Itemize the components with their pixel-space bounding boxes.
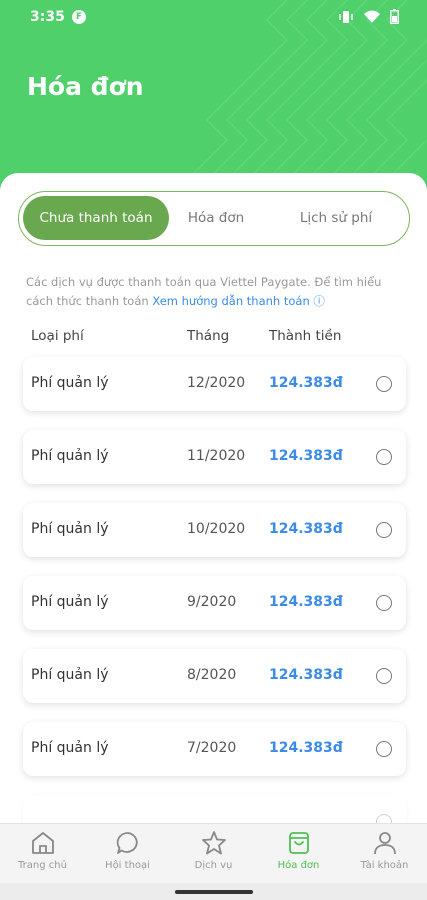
bill-icon bbox=[288, 832, 309, 854]
home-indicator[interactable] bbox=[175, 890, 253, 894]
fee-type: Phí quản lý bbox=[31, 375, 109, 391]
system-gesture-bar bbox=[0, 883, 427, 900]
nav-account-label: Tài khoản bbox=[360, 860, 409, 871]
tab-fee-history[interactable]: Lịch sử phí bbox=[277, 196, 395, 240]
bottom-nav: Trang chủ Hội thoại Dịch vụ Hóa đơn Tài … bbox=[0, 823, 427, 883]
select-radio[interactable] bbox=[376, 522, 392, 538]
wifi-icon bbox=[364, 10, 380, 23]
select-radio[interactable] bbox=[376, 449, 392, 465]
select-radio[interactable] bbox=[376, 376, 392, 392]
battery-icon bbox=[390, 9, 399, 24]
header-banner: 3:35 F Hóa đơn bbox=[0, 0, 427, 200]
fee-type: Phí quản lý bbox=[31, 594, 109, 610]
header-month: Tháng bbox=[187, 328, 230, 344]
payment-guide-link[interactable]: Xem hướng dẫn thanh toán ⓘ bbox=[152, 294, 325, 308]
home-icon bbox=[31, 832, 54, 854]
tab-bills[interactable]: Hóa đơn bbox=[171, 196, 261, 240]
fee-amount: 124.383đ bbox=[269, 448, 343, 464]
chat-icon bbox=[116, 832, 138, 854]
fee-amount: 124.383đ bbox=[269, 594, 343, 610]
fee-row[interactable]: Phí quản lý 7/2020 124.383đ bbox=[23, 722, 406, 776]
page-title: Hóa đơn bbox=[27, 72, 144, 101]
fee-row[interactable]: Phí quản lý 8/2020 124.383đ bbox=[23, 649, 406, 703]
fee-month: 12/2020 bbox=[187, 375, 246, 391]
fee-row[interactable]: Phí quản lý 11/2020 124.383đ bbox=[23, 430, 406, 484]
nav-services[interactable]: Dịch vụ bbox=[171, 830, 256, 871]
app-notification-icon: F bbox=[72, 10, 86, 24]
select-radio[interactable] bbox=[376, 814, 392, 823]
select-radio[interactable] bbox=[376, 595, 392, 611]
fee-month: 9/2020 bbox=[187, 594, 237, 610]
star-icon bbox=[201, 831, 226, 855]
payment-note: Các dịch vụ được thanh toán qua Viettel … bbox=[26, 273, 406, 311]
nav-chat-label: Hội thoại bbox=[105, 860, 150, 871]
nav-services-label: Dịch vụ bbox=[194, 860, 233, 871]
fee-type: Phí quản lý bbox=[31, 448, 109, 464]
tab-unpaid[interactable]: Chưa thanh toán bbox=[23, 196, 169, 240]
select-radio[interactable] bbox=[376, 741, 392, 757]
fee-row-partial[interactable] bbox=[23, 795, 406, 823]
select-radio[interactable] bbox=[376, 668, 392, 684]
fee-amount: 124.383đ bbox=[269, 667, 343, 683]
header-amount: Thành tiền bbox=[269, 328, 342, 344]
user-icon bbox=[373, 832, 396, 855]
fee-row[interactable]: Phí quản lý 10/2020 124.383đ bbox=[23, 503, 406, 557]
fee-type: Phí quản lý bbox=[31, 667, 109, 683]
header-fee-type: Loại phí bbox=[31, 328, 84, 344]
vibrate-icon bbox=[339, 10, 353, 23]
fee-month: 11/2020 bbox=[187, 448, 246, 464]
nav-account[interactable]: Tài khoản bbox=[342, 830, 427, 871]
fee-amount: 124.383đ bbox=[269, 375, 343, 391]
fee-month: 10/2020 bbox=[187, 521, 246, 537]
nav-bills-label: Hóa đơn bbox=[277, 860, 320, 871]
nav-home[interactable]: Trang chủ bbox=[0, 830, 85, 871]
fee-type: Phí quản lý bbox=[31, 521, 109, 537]
status-time: 3:35 bbox=[30, 9, 65, 25]
fee-amount: 124.383đ bbox=[269, 740, 343, 756]
fee-row[interactable]: Phí quản lý 12/2020 124.383đ bbox=[23, 357, 406, 411]
fee-month: 8/2020 bbox=[187, 667, 237, 683]
nav-home-label: Trang chủ bbox=[18, 860, 67, 871]
content-sheet: Chưa thanh toán Hóa đơn Lịch sử phí Các … bbox=[0, 173, 427, 823]
fee-type: Phí quản lý bbox=[31, 740, 109, 756]
nav-chat[interactable]: Hội thoại bbox=[85, 830, 170, 871]
tab-bar: Chưa thanh toán Hóa đơn Lịch sử phí bbox=[18, 191, 410, 246]
nav-bills[interactable]: Hóa đơn bbox=[256, 830, 341, 871]
fee-row[interactable]: Phí quản lý 9/2020 124.383đ bbox=[23, 576, 406, 630]
status-bar: 3:35 F bbox=[0, 0, 427, 34]
fee-month: 7/2020 bbox=[187, 740, 237, 756]
fee-amount: 124.383đ bbox=[269, 521, 343, 537]
